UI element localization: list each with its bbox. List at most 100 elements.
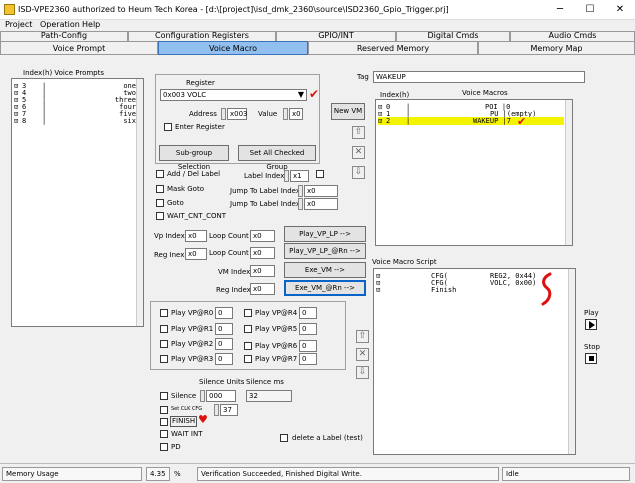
prompts-scrollbar[interactable] <box>136 79 143 326</box>
play-button[interactable] <box>585 319 597 330</box>
play-r4-checkbox[interactable] <box>244 309 252 317</box>
delete-icon[interactable]: ✕ <box>352 146 365 159</box>
silence-stepper[interactable] <box>200 390 205 402</box>
list-item[interactable]: ⊡ 1 | PU |(empty) <box>378 110 564 118</box>
set-clk-checkbox[interactable] <box>160 406 168 414</box>
maximize-button[interactable]: ☐ <box>575 0 605 20</box>
tab-memory-map[interactable]: Memory Map <box>478 41 635 55</box>
tag-input[interactable]: WAKEUP <box>373 71 585 83</box>
set-clk-stepper[interactable] <box>214 404 219 416</box>
delete-icon-2[interactable]: ✕ <box>356 348 369 361</box>
close-button[interactable]: ✕ <box>605 0 635 20</box>
move-up-icon[interactable]: ⇧ <box>352 126 365 139</box>
set-all-checked-group-button[interactable]: Set All Checked Group <box>238 145 316 171</box>
loop-count2-field[interactable]: x0 <box>250 247 275 259</box>
play-r0-checkbox[interactable] <box>160 309 168 317</box>
play-vp-lp-rn-button[interactable]: Play_VP_LP_@Rn --> <box>284 243 366 259</box>
list-item-selected[interactable]: ⊡ 2 | WAKEUP |7 <box>378 117 564 125</box>
goto-checkbox[interactable] <box>156 199 164 207</box>
tab-voice-prompt[interactable]: Voice Prompt <box>0 41 158 55</box>
memory-usage-unit: % <box>174 470 181 478</box>
set-clk-field[interactable]: 37 <box>220 404 238 416</box>
script-scrollbar[interactable] <box>568 269 575 454</box>
menu-help[interactable]: Help <box>82 20 100 29</box>
script-line[interactable]: ⊡ Finish <box>376 286 566 294</box>
tab-digital-cmds[interactable]: Digital Cmds <box>396 31 510 41</box>
list-item[interactable]: ⊡ 4 | two <box>14 89 136 97</box>
delete-label-checkbox[interactable] <box>280 434 288 442</box>
wait-int-checkbox[interactable] <box>160 430 168 438</box>
silence-field[interactable]: 000 <box>206 390 236 402</box>
new-vm-button[interactable]: New VM <box>331 103 365 120</box>
vp-index-field[interactable]: x0 <box>185 230 207 242</box>
macros-scrollbar[interactable] <box>565 100 572 245</box>
play-r1-checkbox[interactable] <box>160 325 168 333</box>
value-field[interactable]: x0 <box>289 108 303 120</box>
vp-index-label: Vp Index <box>154 232 185 240</box>
list-item[interactable]: ⊡ 0 | POI |0 <box>378 103 564 111</box>
register-select[interactable]: 0x003 VOLC ▼ <box>160 89 307 101</box>
loop-count-field[interactable]: x0 <box>250 230 275 242</box>
jump-1-field[interactable]: x0 <box>304 185 338 197</box>
exe-vm-button[interactable]: Exe_VM --> <box>284 262 366 278</box>
move-down-icon[interactable]: ⇩ <box>352 166 365 179</box>
mask-goto-checkbox[interactable] <box>156 185 164 193</box>
script-line[interactable]: ⊡ CFG( VOLC, 0x00) <box>376 279 566 287</box>
value-stepper[interactable] <box>283 108 288 120</box>
play-r6-checkbox[interactable] <box>244 342 252 350</box>
reg-index2-field[interactable]: x0 <box>250 283 275 295</box>
tab-voice-macro[interactable]: Voice Macro <box>158 41 308 55</box>
finish-checkbox[interactable] <box>160 418 168 426</box>
play-r0-field[interactable]: 0 <box>215 307 233 319</box>
play-r5-field[interactable]: 0 <box>299 323 317 335</box>
play-r2-field[interactable]: 0 <box>215 338 233 350</box>
play-vp-lp-button[interactable]: Play_VP_LP --> <box>284 226 366 242</box>
address-field[interactable]: x003 <box>227 108 248 120</box>
jump-1-stepper[interactable] <box>298 185 303 197</box>
list-item[interactable]: ⊡ 8 | six <box>14 117 136 125</box>
play-r7-field[interactable]: 0 <box>299 353 317 365</box>
move-up-icon-2[interactable]: ⇧ <box>356 330 369 343</box>
list-item[interactable]: ⊡ 5 | three <box>14 96 136 104</box>
script-line[interactable]: ⊡ CFG( REG2, 0x44) <box>376 272 566 280</box>
enter-register-checkbox[interactable] <box>164 123 172 131</box>
wait-cnt-checkbox[interactable] <box>156 212 164 220</box>
address-stepper[interactable] <box>221 108 226 120</box>
list-item[interactable]: ⊡ 6 | four <box>14 103 136 111</box>
menu-operation[interactable]: Operation <box>40 20 80 29</box>
label-option-checkbox[interactable] <box>316 170 324 178</box>
label-index-field[interactable]: x1 <box>290 170 309 182</box>
exe-vm-rn-button[interactable]: Exe_VM_@Rn --> <box>284 280 366 296</box>
tab-gpio-int[interactable]: GPIO/INT <box>276 31 396 41</box>
reg-inex-field[interactable]: x0 <box>185 248 207 260</box>
play-r7-checkbox[interactable] <box>244 355 252 363</box>
list-item[interactable]: ⊡ 3 | one <box>14 82 136 90</box>
add-del-label-checkbox[interactable] <box>156 170 164 178</box>
play-r6-field[interactable]: 0 <box>299 340 317 352</box>
minimize-button[interactable]: ─ <box>545 0 575 20</box>
voice-macros-list[interactable]: ⊡ 0 | POI |0 ⊡ 1 | PU |(empty) ⊡ 2 | WAKEUP |7 <box>375 99 573 246</box>
play-r3-checkbox[interactable] <box>160 355 168 363</box>
tab-path-config[interactable]: Path-Config <box>0 31 128 41</box>
play-r1-field[interactable]: 0 <box>215 323 233 335</box>
tab-reserved-memory[interactable]: Reserved Memory <box>308 41 478 55</box>
vm-index-field[interactable]: x0 <box>250 265 275 277</box>
jump-2-field[interactable]: x0 <box>304 198 338 210</box>
tab-configuration-registers[interactable]: Configuration Registers <box>128 31 276 41</box>
menu-project[interactable]: Project <box>5 20 32 29</box>
voice-prompts-list[interactable]: ⊡ 3 | one ⊡ 4 | two ⊡ 5 | three ⊡ 6 | four ⊡ 7 | five ⊡… <box>11 78 144 327</box>
label-index-stepper[interactable] <box>284 170 289 182</box>
move-down-icon-2[interactable]: ⇩ <box>356 366 369 379</box>
silence-checkbox[interactable] <box>160 392 168 400</box>
tab-audio-cmds[interactable]: Audio Cmds <box>510 31 635 41</box>
jump-2-stepper[interactable] <box>298 198 303 210</box>
play-r3-field[interactable]: 0 <box>215 353 233 365</box>
pd-checkbox[interactable] <box>160 443 168 451</box>
subgroup-selection-button[interactable]: Sub-group Selection <box>159 145 229 171</box>
stop-button[interactable] <box>585 353 597 364</box>
play-r4-field[interactable]: 0 <box>299 307 317 319</box>
list-item[interactable]: ⊡ 7 | five <box>14 110 136 118</box>
play-r5-label: Play VP@R5 <box>255 325 298 333</box>
play-r5-checkbox[interactable] <box>244 325 252 333</box>
play-r2-checkbox[interactable] <box>160 340 168 348</box>
